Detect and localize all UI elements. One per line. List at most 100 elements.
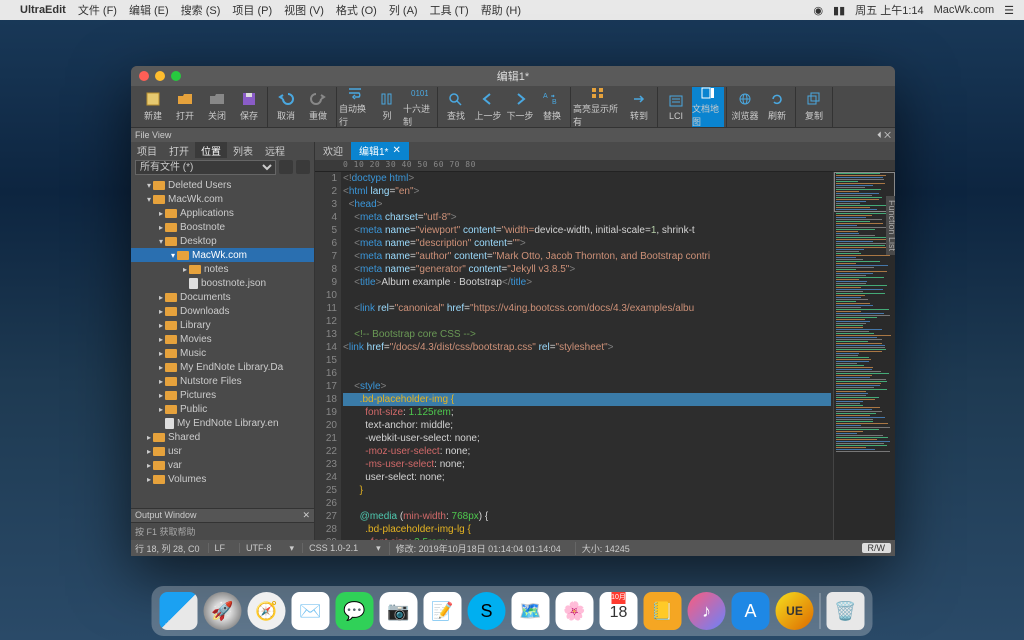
goto-button[interactable]: 转到 xyxy=(623,87,655,127)
dock-calendar[interactable]: 10月18 xyxy=(600,592,638,630)
dock-safari[interactable]: 🧭 xyxy=(248,592,286,630)
file-filter-select[interactable]: 所有文件 (*) xyxy=(135,160,276,175)
menu-column[interactable]: 列 (A) xyxy=(389,2,418,18)
menu-help[interactable]: 帮助 (H) xyxy=(481,2,521,18)
wordwrap-button[interactable]: 自动换行 xyxy=(339,87,371,127)
tab-open[interactable]: 打开 xyxy=(163,142,195,158)
filter-action-icon-1[interactable] xyxy=(279,160,293,174)
tree-item[interactable]: ▸usr xyxy=(131,444,314,458)
function-list-tab[interactable]: Function List xyxy=(886,196,895,255)
browser-button[interactable]: 浏览器 xyxy=(729,87,761,127)
menu-format[interactable]: 格式 (O) xyxy=(336,2,377,18)
tree-item[interactable]: ▸My EndNote Library.Da xyxy=(131,360,314,374)
filter-action-icon-2[interactable] xyxy=(296,160,310,174)
tree-item[interactable]: ▸notes xyxy=(131,262,314,276)
dock-finder[interactable] xyxy=(160,592,198,630)
copy-button[interactable]: 复制 xyxy=(798,87,830,127)
tree-item[interactable]: boostnote.json xyxy=(131,276,314,290)
dock-trash[interactable]: 🗑️ xyxy=(827,592,865,630)
dock-mail[interactable]: ✉️ xyxy=(292,592,330,630)
dock-photo-booth[interactable]: 📷 xyxy=(380,592,418,630)
dock-contacts[interactable]: 📒 xyxy=(644,592,682,630)
dock-music[interactable]: ♪ xyxy=(688,592,726,630)
highlight-all-button[interactable]: 高亮显示所有 xyxy=(573,87,623,127)
f1-help-text: 按 F1 获取帮助 xyxy=(131,522,314,540)
tree-item[interactable]: ▸Shared xyxy=(131,430,314,444)
file-tree[interactable]: ▾Deleted Users▾MacWk.com▸Applications▸Bo… xyxy=(131,176,314,508)
undo-button[interactable]: 取消 xyxy=(270,87,302,127)
next-button[interactable]: 下一步 xyxy=(504,87,536,127)
dock-ultraedit[interactable]: UE xyxy=(776,592,814,630)
tab-remote[interactable]: 远程 xyxy=(259,142,291,158)
tree-item[interactable]: ▸Downloads xyxy=(131,304,314,318)
tree-item[interactable]: ▾MacWk.com xyxy=(131,248,314,262)
menubar-app-name[interactable]: UltraEdit xyxy=(20,4,66,16)
dock-photos[interactable]: 🌸 xyxy=(556,592,594,630)
menu-project[interactable]: 项目 (P) xyxy=(232,2,272,18)
tree-item[interactable]: ▸Documents xyxy=(131,290,314,304)
dock-launchpad[interactable]: 🚀 xyxy=(204,592,242,630)
dock-maps[interactable]: 🗺️ xyxy=(512,592,550,630)
menu-tools[interactable]: 工具 (T) xyxy=(430,2,469,18)
status-language[interactable]: CSS 1.0-2.1 xyxy=(302,543,364,553)
output-window-header[interactable]: Output Window ✕ xyxy=(131,508,314,522)
line-gutter[interactable]: 1234567891011121314151617181920212223242… xyxy=(315,172,341,540)
refresh-button[interactable]: 刷新 xyxy=(761,87,793,127)
output-close-icon[interactable]: ✕ xyxy=(302,510,310,521)
tree-item[interactable]: ▾Deleted Users xyxy=(131,178,314,192)
dock-notes[interactable]: 📝 xyxy=(424,592,462,630)
window-maximize-button[interactable] xyxy=(171,71,181,81)
tab-edit1[interactable]: 编辑1*✕ xyxy=(351,142,409,160)
menu-file[interactable]: 文件 (F) xyxy=(78,2,117,18)
wifi-icon[interactable]: ◉ xyxy=(813,4,823,17)
tree-item[interactable]: ▸Pictures xyxy=(131,388,314,402)
tree-item[interactable]: ▸Volumes xyxy=(131,472,314,486)
tab-project[interactable]: 项目 xyxy=(131,142,163,158)
tab-close-icon[interactable]: ✕ xyxy=(392,145,400,156)
replace-button[interactable]: AB替换 xyxy=(536,87,568,127)
tree-item[interactable]: ▸Music xyxy=(131,346,314,360)
dock-skype[interactable]: S xyxy=(468,592,506,630)
tree-item[interactable]: ▸Library xyxy=(131,318,314,332)
lci-button[interactable]: LCI xyxy=(660,87,692,127)
status-lineending[interactable]: LF xyxy=(208,543,232,553)
menubar-clock[interactable]: 周五 上午1:14 xyxy=(855,2,923,18)
tab-location[interactable]: 位置 xyxy=(195,142,227,158)
tree-item[interactable]: ▾MacWk.com xyxy=(131,192,314,206)
tree-item[interactable]: ▸Nutstore Files xyxy=(131,374,314,388)
menu-view[interactable]: 视图 (V) xyxy=(284,2,324,18)
hex-button[interactable]: 0101十六进制 xyxy=(403,87,435,127)
tree-item[interactable]: ▸Applications xyxy=(131,206,314,220)
file-view-close-icon[interactable]: ⏴ ✕ xyxy=(877,130,891,141)
tab-welcome[interactable]: 欢迎 xyxy=(315,142,351,160)
open-button[interactable]: 打开 xyxy=(169,87,201,127)
tree-item[interactable]: ▸Movies xyxy=(131,332,314,346)
tab-list[interactable]: 列表 xyxy=(227,142,259,158)
menu-list-icon[interactable]: ☰ xyxy=(1004,4,1014,17)
column-button[interactable]: 列 xyxy=(371,87,403,127)
battery-icon[interactable]: ▮▮ xyxy=(833,4,845,17)
dock-appstore[interactable]: A xyxy=(732,592,770,630)
code-editor[interactable]: <!doctype html><html lang="en"> <head> <… xyxy=(341,172,833,540)
window-titlebar[interactable]: 编辑1* xyxy=(131,66,895,86)
new-button[interactable]: 新建 xyxy=(137,87,169,127)
status-position[interactable]: 行 18, 列 28, C0 xyxy=(135,542,200,555)
tree-item[interactable]: ▾Desktop xyxy=(131,234,314,248)
prev-button[interactable]: 上一步 xyxy=(472,87,504,127)
window-minimize-button[interactable] xyxy=(155,71,165,81)
close-button[interactable]: 关闭 xyxy=(201,87,233,127)
redo-button[interactable]: 重做 xyxy=(302,87,334,127)
dock-messages[interactable]: 💬 xyxy=(336,592,374,630)
tree-item[interactable]: ▸var xyxy=(131,458,314,472)
tree-item[interactable]: ▸Public xyxy=(131,402,314,416)
tree-item[interactable]: My EndNote Library.en xyxy=(131,416,314,430)
tree-item[interactable]: ▸Boostnote xyxy=(131,220,314,234)
window-close-button[interactable] xyxy=(139,71,149,81)
status-readwrite[interactable]: R/W xyxy=(862,543,892,553)
find-button[interactable]: 查找 xyxy=(440,87,472,127)
save-button[interactable]: 保存 xyxy=(233,87,265,127)
menu-search[interactable]: 搜索 (S) xyxy=(181,2,221,18)
status-encoding[interactable]: UTF-8 xyxy=(239,543,278,553)
menu-edit[interactable]: 编辑 (E) xyxy=(129,2,169,18)
docmap-button[interactable]: 文档地图 xyxy=(692,87,724,127)
